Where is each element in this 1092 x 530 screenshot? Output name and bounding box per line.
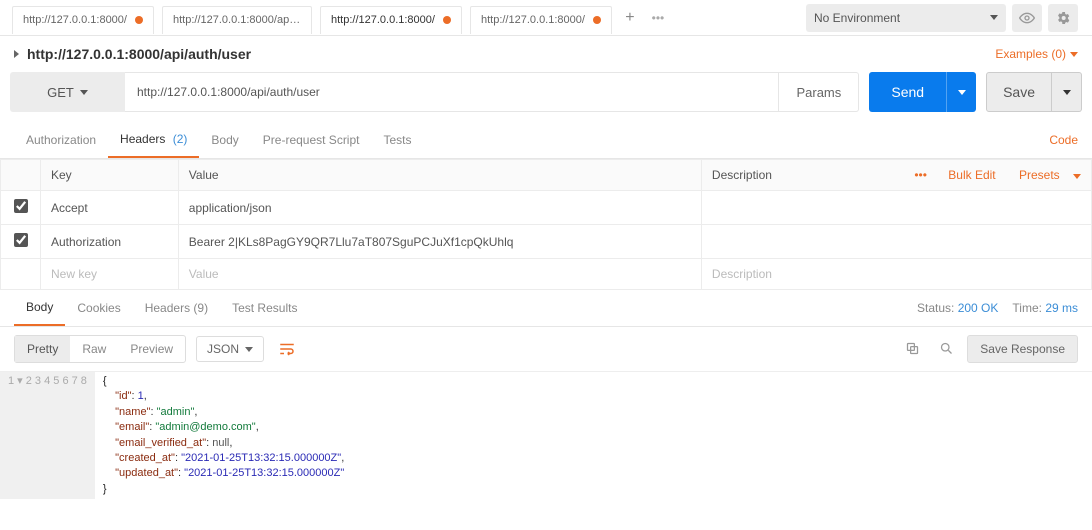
cell-description[interactable] (701, 191, 1091, 225)
tab-test-results[interactable]: Test Results (220, 291, 309, 325)
view-pretty[interactable]: Pretty (15, 336, 70, 362)
params-button[interactable]: Params (779, 72, 859, 112)
cell-key[interactable]: Accept (41, 191, 179, 225)
tab-prerequest[interactable]: Pre-request Script (251, 123, 372, 157)
more-icon[interactable]: ••• (914, 168, 927, 182)
environment-select[interactable]: No Environment (806, 4, 1006, 32)
bulk-edit-link[interactable]: Bulk Edit (948, 168, 995, 182)
unsaved-dot-icon (593, 16, 601, 24)
chevron-down-icon (990, 15, 998, 20)
chevron-down-icon (1070, 52, 1078, 57)
col-check (1, 160, 41, 191)
tab-response-body[interactable]: Body (14, 290, 65, 326)
presets-link[interactable]: Presets (1009, 168, 1081, 182)
unsaved-dot-icon (135, 16, 143, 24)
tab-2[interactable]: http://127.0.0.1:8000/ (320, 6, 462, 34)
tab-tests[interactable]: Tests (371, 123, 423, 157)
response-view-row: Pretty Raw Preview JSON Save Response (0, 327, 1092, 371)
search-icon[interactable] (933, 335, 959, 361)
status-value: 200 OK (958, 301, 999, 315)
chevron-down-icon (80, 90, 88, 95)
more-tabs-icon[interactable]: ••• (644, 4, 672, 32)
new-key-input[interactable]: New key (41, 259, 179, 290)
tab-bar: http://127.0.0.1:8000/ http://127.0.0.1:… (0, 0, 1092, 36)
response-json[interactable]: { "id": 1, "name": "admin", "email": "ad… (95, 372, 1092, 499)
examples-link[interactable]: Examples (0) (995, 47, 1078, 61)
response-tabs: Body Cookies Headers (9) Test Results St… (0, 290, 1092, 327)
time-value: 29 ms (1045, 301, 1078, 315)
tab-response-headers[interactable]: Headers (9) (133, 291, 220, 325)
table-row[interactable]: Accept application/json (1, 191, 1092, 225)
row-checkbox[interactable] (14, 199, 28, 213)
new-value-input[interactable]: Value (178, 259, 701, 290)
request-title: http://127.0.0.1:8000/api/auth/user (27, 46, 251, 62)
response-body: 1 ▾ 2 3 4 5 6 7 8 { "id": 1, "name": "ad… (0, 371, 1092, 499)
wrap-line-icon[interactable] (274, 336, 300, 362)
save-response-button[interactable]: Save Response (967, 335, 1078, 363)
view-mode-buttons: Pretty Raw Preview (14, 335, 186, 363)
time-label: Time: 29 ms (1012, 301, 1078, 315)
request-row: GET Params Send Save (0, 72, 1092, 122)
tab-body[interactable]: Body (199, 123, 250, 157)
tab-cookies[interactable]: Cookies (65, 291, 132, 325)
tab-headers[interactable]: Headers (2) (108, 122, 199, 158)
environment-label: No Environment (814, 11, 900, 25)
send-dropdown[interactable] (946, 72, 976, 112)
chevron-down-icon (958, 90, 966, 95)
table-row[interactable]: Authorization Bearer 2|KLs8PagGY9QR7Llu7… (1, 225, 1092, 259)
eye-icon[interactable] (1012, 4, 1042, 32)
request-title-row: http://127.0.0.1:8000/api/auth/user Exam… (0, 36, 1092, 72)
col-key: Key (41, 160, 179, 191)
send-button[interactable]: Send (869, 72, 946, 112)
tab-0[interactable]: http://127.0.0.1:8000/ (12, 6, 154, 34)
chevron-right-icon[interactable] (14, 50, 19, 58)
method-select[interactable]: GET (10, 72, 125, 112)
save-dropdown[interactable] (1052, 72, 1082, 112)
tab-1[interactable]: http://127.0.0.1:8000/api/au (162, 6, 312, 34)
format-select[interactable]: JSON (196, 336, 264, 362)
new-description-input[interactable]: Description (701, 259, 1091, 290)
status-label: Status: 200 OK (917, 301, 998, 315)
tab-3[interactable]: http://127.0.0.1:8000/ (470, 6, 612, 34)
cell-description[interactable] (701, 225, 1091, 259)
line-gutter: 1 ▾ 2 3 4 5 6 7 8 (0, 372, 95, 499)
unsaved-dot-icon (443, 16, 451, 24)
code-link[interactable]: Code (1049, 123, 1078, 157)
add-tab-button[interactable]: + (616, 4, 644, 32)
table-row-new[interactable]: New key Value Description (1, 259, 1092, 290)
request-tabs: Authorization Headers (2) Body Pre-reque… (0, 122, 1092, 159)
view-raw[interactable]: Raw (70, 336, 118, 362)
view-preview[interactable]: Preview (118, 336, 185, 362)
gear-icon[interactable] (1048, 4, 1078, 32)
cell-value[interactable]: Bearer 2|KLs8PagGY9QR7Llu7aT807SguPCJuXf… (178, 225, 701, 259)
col-description: Description ••• Bulk Edit Presets (701, 160, 1091, 191)
url-input[interactable] (125, 72, 779, 112)
chevron-down-icon (1063, 90, 1071, 95)
save-button[interactable]: Save (986, 72, 1052, 112)
chevron-down-icon (245, 347, 253, 352)
cell-key[interactable]: Authorization (41, 225, 179, 259)
cell-value[interactable]: application/json (178, 191, 701, 225)
col-value: Value (178, 160, 701, 191)
copy-icon[interactable] (899, 335, 925, 361)
headers-table: Key Value Description ••• Bulk Edit Pres… (0, 159, 1092, 290)
row-checkbox[interactable] (14, 233, 28, 247)
tab-authorization[interactable]: Authorization (14, 123, 108, 157)
chevron-down-icon (1073, 174, 1081, 179)
